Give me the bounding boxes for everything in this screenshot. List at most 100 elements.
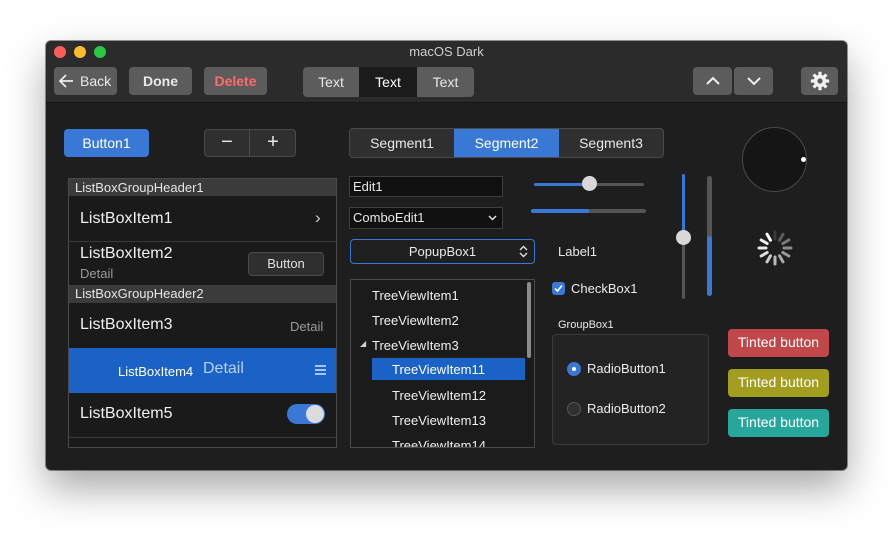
delete-label: Delete	[214, 73, 257, 89]
slider-1-track[interactable]	[534, 176, 644, 191]
tinted-button-teal[interactable]: Tinted button	[728, 409, 829, 437]
slider-2-fill	[531, 209, 589, 213]
edit1-input[interactable]: Edit1	[349, 176, 503, 197]
segment-control: Segment1 Segment2 Segment3	[349, 128, 664, 158]
comboedit1-input[interactable]: ComboEdit1	[349, 207, 503, 229]
segment-2-label: Segment2	[474, 135, 539, 151]
tree-item-3[interactable]: TreeViewItem3	[372, 338, 459, 353]
list-box: ListBoxGroupHeader1 ListBoxItem1 › ListB…	[68, 178, 337, 448]
list-item-2-button[interactable]: Button	[248, 252, 324, 276]
radio-button-1-label: RadioButton1	[587, 361, 666, 376]
plus-label: +	[267, 131, 279, 153]
popupbox1-value: PopupBox1	[408, 244, 477, 259]
updown-chevron-icon	[519, 245, 528, 258]
chevron-down-icon	[746, 77, 761, 86]
list-item-4-detail: Detail	[203, 360, 244, 377]
list-item-2-detail: Detail	[80, 266, 114, 281]
tree-item-11-label: TreeViewItem11	[392, 362, 485, 377]
segment-1[interactable]: Segment1	[350, 129, 454, 157]
list-item-4-label: ListBoxItem4	[118, 364, 194, 379]
list-item-2-label: ListBoxItem2	[80, 245, 173, 262]
minus-button[interactable]: −	[205, 130, 250, 156]
text-tab-group: Text Text Text	[303, 67, 474, 97]
checkmark-icon	[554, 284, 563, 293]
window-title: macOS Dark	[409, 44, 484, 59]
slider-1-fill	[534, 183, 589, 186]
slider-2-track[interactable]	[531, 209, 646, 213]
tree-item-1[interactable]: TreeViewItem1	[372, 288, 459, 303]
list-item-2[interactable]: ListBoxItem2 Detail Button	[69, 242, 336, 285]
drag-handle-icon[interactable]	[315, 365, 326, 375]
title-bar: macOS Dark	[46, 41, 847, 63]
stepper-group: − +	[204, 129, 296, 157]
expand-triangle-icon[interactable]: ◢	[360, 339, 366, 348]
list-group-header-1: ListBoxGroupHeader1	[69, 179, 336, 196]
vslider-2-fill	[707, 236, 712, 296]
checkbox1-label: CheckBox1	[571, 281, 638, 296]
tree-scrollbar[interactable]	[527, 282, 531, 358]
segment-3[interactable]: Segment3	[559, 129, 663, 157]
radio-button-2[interactable]: RadioButton2	[567, 401, 687, 419]
minus-label: −	[221, 131, 233, 153]
zoom-window-icon[interactable]	[94, 46, 106, 58]
close-window-icon[interactable]	[54, 46, 66, 58]
button1[interactable]: Button1	[64, 129, 149, 157]
tree-view: TreeViewItem1 TreeViewItem2 ◢ TreeViewIt…	[350, 279, 535, 448]
tree-item-13[interactable]: TreeViewItem13	[392, 413, 486, 428]
popupbox1[interactable]: PopupBox1	[350, 239, 535, 264]
radio-button-2-label: RadioButton2	[587, 401, 666, 416]
radio-dot	[572, 367, 576, 371]
vslider-1-knob[interactable]	[676, 229, 691, 245]
vslider-1-track[interactable]	[676, 174, 691, 299]
tab-text-3[interactable]: Text	[417, 67, 474, 97]
chevron-down-icon[interactable]	[488, 215, 497, 221]
checkbox1[interactable]: CheckBox1	[552, 281, 652, 299]
tinted-button-yellow[interactable]: Tinted button	[728, 369, 829, 397]
radio-button-1-circle[interactable]	[567, 362, 581, 376]
list-item-4[interactable]: ListBoxItem4 Detail	[69, 348, 336, 393]
list-item-3-detail: Detail	[290, 319, 324, 334]
radio-button-1[interactable]: RadioButton1	[567, 361, 687, 379]
chevron-right-icon: ›	[315, 208, 321, 227]
segment-3-label: Segment3	[579, 135, 643, 151]
activity-spinner-icon	[757, 230, 793, 266]
plus-button[interactable]: +	[251, 130, 295, 156]
list-item-5-toggle[interactable]	[287, 404, 325, 424]
dial-knob[interactable]	[742, 127, 807, 192]
vslider-2-track[interactable]	[707, 176, 712, 296]
tinted-button-red[interactable]: Tinted button	[728, 329, 829, 357]
app-window: macOS Dark Back Done Delete Text Text Te	[46, 41, 847, 470]
tree-item-2[interactable]: TreeViewItem2	[372, 313, 459, 328]
groupbox1-title: GroupBox1	[558, 319, 614, 331]
delete-button[interactable]: Delete	[204, 67, 267, 95]
done-button[interactable]: Done	[129, 67, 192, 95]
arrow-left-icon	[59, 74, 73, 88]
back-button[interactable]: Back	[54, 67, 117, 95]
tab-text-2[interactable]: Text	[359, 67, 417, 97]
list-item-1[interactable]: ListBoxItem1 ›	[69, 196, 336, 242]
radio-button-2-circle[interactable]	[567, 402, 581, 416]
tinted-button-red-label: Tinted button	[737, 334, 820, 350]
minimize-window-icon[interactable]	[74, 46, 86, 58]
back-label: Back	[80, 73, 112, 89]
button1-label: Button1	[82, 135, 131, 151]
list-item-2-button-label: Button	[267, 256, 305, 271]
list-item-3[interactable]: ListBoxItem3 Detail	[69, 303, 336, 348]
segment-2[interactable]: Segment2	[454, 129, 559, 157]
tree-item-11[interactable]: TreeViewItem11	[372, 358, 525, 380]
list-item-5[interactable]: ListBoxItem5	[69, 393, 336, 438]
settings-button[interactable]	[801, 67, 838, 95]
label1: Label1	[558, 244, 598, 259]
list-item-3-label: ListBoxItem3	[80, 316, 173, 333]
segment-1-label: Segment1	[370, 135, 434, 151]
up-button[interactable]	[693, 67, 732, 95]
chevron-up-icon	[705, 76, 720, 85]
tree-item-12[interactable]: TreeViewItem12	[392, 388, 486, 403]
slider-1-knob[interactable]	[582, 176, 597, 191]
list-group-header-2: ListBoxGroupHeader2	[69, 285, 336, 303]
down-button[interactable]	[734, 67, 773, 95]
tab-text-1[interactable]: Text	[303, 67, 359, 97]
done-label: Done	[143, 73, 178, 89]
tree-item-14[interactable]: TreeViewItem14	[392, 438, 486, 447]
checkbox1-box[interactable]	[552, 282, 565, 295]
